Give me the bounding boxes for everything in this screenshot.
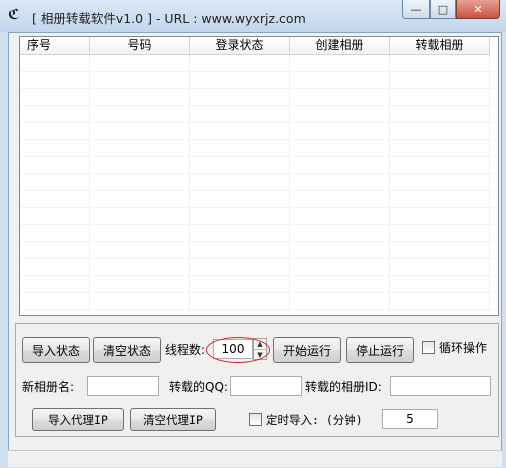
title-bar: ℭ [ 相册转载软件v1.0 ] - URL : www.wyxrjz.com … [0,0,506,32]
import-proxy-button[interactable]: 导入代理IP [32,408,124,431]
threads-spinner[interactable]: ▲ ▼ [253,338,267,360]
spin-down-icon[interactable]: ▼ [254,349,266,360]
stop-button[interactable]: 停止运行 [346,337,414,363]
maximize-button[interactable]: □ [430,0,456,19]
spin-up-icon[interactable]: ▲ [254,339,266,349]
album-name-label: 新相册名: [22,380,75,394]
list-header: 序号 号码 登录状态 创建相册 转载相册 [20,37,490,55]
timed-import-input[interactable]: 5 [382,409,438,429]
window-title: [ 相册转载软件v1.0 ] - URL : www.wyxrjz.com [32,11,306,26]
qq-label: 转载的QQ: [169,380,228,394]
list-body[interactable] [20,55,498,315]
maximize-icon: □ [437,2,449,16]
close-icon: ✕ [473,2,483,16]
loop-checkbox[interactable] [422,341,435,354]
window-controls: — □ ✕ [402,0,500,20]
column-header-index[interactable]: 序号 [20,37,90,55]
album-id-input[interactable] [390,376,491,396]
timed-import-checkbox[interactable] [249,413,262,426]
account-list[interactable]: 序号 号码 登录状态 创建相册 转载相册 [19,36,499,316]
minimize-button[interactable]: — [402,0,430,19]
album-name-input[interactable] [87,376,159,396]
timed-import-label[interactable]: 定时导入: (分钟) [266,412,363,428]
minimize-icon: — [410,2,422,16]
clear-status-button[interactable]: 清空状态 [93,337,161,363]
qq-input[interactable] [230,376,302,396]
app-logo-icon: ℭ [8,7,20,23]
close-button[interactable]: ✕ [456,0,500,19]
window-client-area: 序号 号码 登录状态 创建相册 转载相册 导入状态 清空状态 线程数: 100 … [8,32,502,466]
threads-label: 线程数: [165,343,206,357]
column-header-repost-album[interactable]: 转载相册 [390,37,490,55]
column-header-number[interactable]: 号码 [90,37,190,55]
album-id-label: 转载的相册ID: [305,380,382,394]
threads-input[interactable]: 100 [213,339,253,359]
start-button[interactable]: 开始运行 [273,337,341,363]
column-header-login-status[interactable]: 登录状态 [190,37,290,55]
clear-proxy-button[interactable]: 清空代理IP [130,408,216,431]
import-status-button[interactable]: 导入状态 [22,337,90,363]
loop-label[interactable]: 循环操作 [439,340,487,356]
column-header-create-album[interactable]: 创建相册 [290,37,390,55]
status-bar [8,450,502,467]
